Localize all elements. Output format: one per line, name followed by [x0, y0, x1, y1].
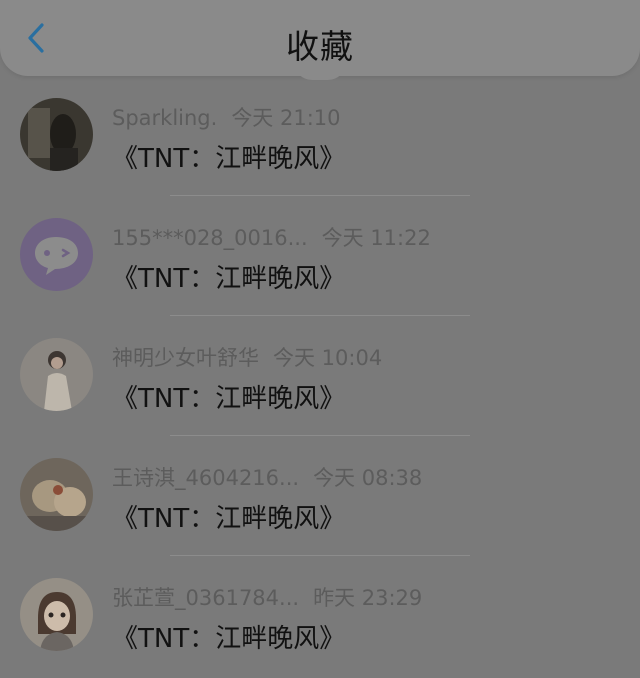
list-item[interactable]: 王诗淇_4604216... 今天 08:38 《TNT：江畔晚风》: [0, 436, 640, 556]
item-title: 《TNT：江畔晚风》: [112, 504, 346, 534]
page-title: 收藏: [286, 27, 354, 66]
timestamp: 今天 08:38: [313, 466, 423, 490]
avatar[interactable]: [20, 458, 93, 531]
item-title: 《TNT：江畔晚风》: [112, 144, 346, 174]
username[interactable]: 张芷萱_0361784...: [112, 586, 299, 610]
item-meta: 神明少女叶舒华 今天 10:04: [112, 342, 382, 372]
avatar[interactable]: [20, 338, 93, 411]
favorites-list: Sparkling. 今天 21:10 《TNT：江畔晚风》 155***028_…: [0, 76, 640, 676]
list-item[interactable]: 张芷萱_0361784... 昨天 23:29 《TNT：江畔晚风》: [0, 556, 640, 676]
item-meta: 155***028_0016... 今天 11:22: [112, 222, 431, 252]
username[interactable]: 155***028_0016...: [112, 226, 308, 250]
avatar[interactable]: [20, 578, 93, 651]
avatar[interactable]: [20, 98, 93, 171]
item-meta: 张芷萱_0361784... 昨天 23:29: [112, 582, 422, 612]
timestamp: 昨天 23:29: [313, 586, 423, 610]
item-title: 《TNT：江畔晚风》: [112, 384, 346, 414]
list-item[interactable]: 155***028_0016... 今天 11:22 《TNT：江畔晚风》: [0, 196, 640, 316]
timestamp: 今天 21:10: [231, 106, 341, 130]
timestamp: 今天 10:04: [273, 346, 383, 370]
username[interactable]: 神明少女叶舒华: [112, 346, 259, 370]
username[interactable]: 王诗淇_4604216...: [112, 466, 299, 490]
list-item[interactable]: Sparkling. 今天 21:10 《TNT：江畔晚风》: [0, 76, 640, 196]
timestamp: 今天 11:22: [321, 226, 431, 250]
list-item[interactable]: 神明少女叶舒华 今天 10:04 《TNT：江畔晚风》: [0, 316, 640, 436]
avatar[interactable]: [20, 218, 93, 291]
item-meta: 王诗淇_4604216... 今天 08:38: [112, 462, 422, 492]
item-title: 《TNT：江畔晚风》: [112, 624, 346, 654]
username[interactable]: Sparkling.: [112, 106, 217, 130]
item-title: 《TNT：江畔晚风》: [112, 264, 346, 294]
item-meta: Sparkling. 今天 21:10: [112, 102, 341, 132]
